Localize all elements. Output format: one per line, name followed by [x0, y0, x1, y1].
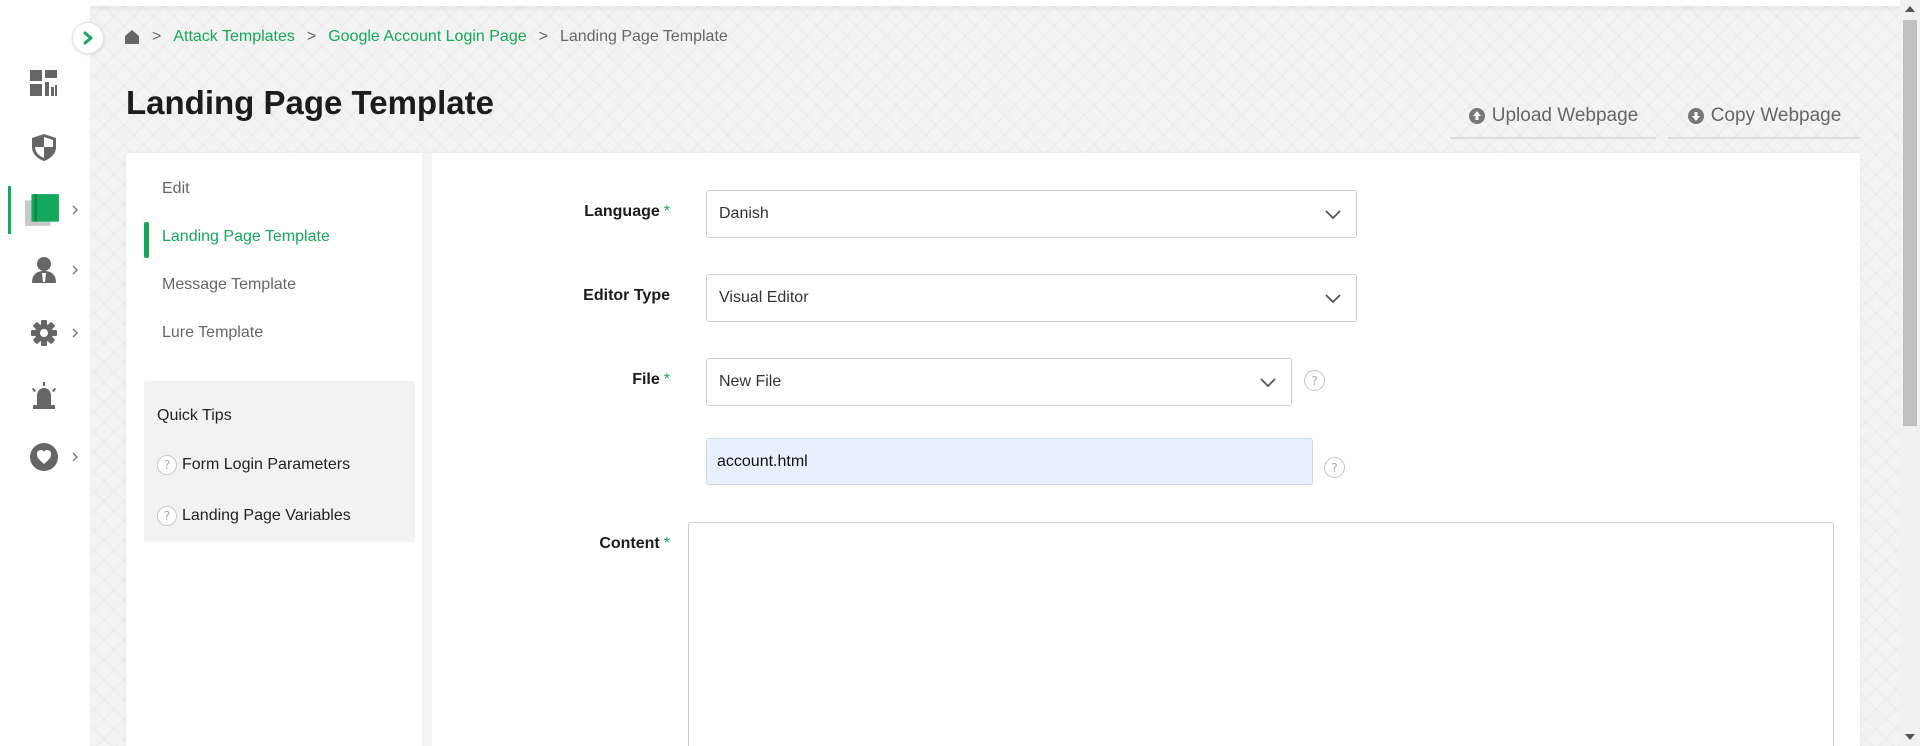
filename-input[interactable]: account.html — [706, 438, 1313, 485]
tip-form-login-parameters[interactable]: ? Form Login Parameters — [157, 455, 350, 475]
chevron-right-icon — [72, 452, 78, 462]
editor-type-select[interactable]: Visual Editor — [706, 274, 1357, 322]
editor-type-label: Editor Type — [583, 287, 670, 304]
gear-icon — [31, 320, 57, 346]
help-icon: ? — [157, 455, 177, 475]
file-select[interactable]: New File — [706, 358, 1292, 406]
breadcrumb-separator: > — [152, 28, 162, 45]
shield-icon — [32, 134, 56, 161]
sidebar-item-users[interactable] — [0, 246, 90, 294]
quick-tips-title: Quick Tips — [157, 407, 232, 424]
filename-value: account.html — [717, 452, 808, 470]
copy-webpage-button[interactable]: Copy Webpage — [1668, 95, 1860, 139]
heart-icon — [30, 443, 58, 471]
file-value: New File — [719, 373, 782, 390]
scrollbar-thumb[interactable] — [1903, 20, 1917, 426]
chevron-right-icon — [83, 31, 93, 45]
upload-webpage-button[interactable]: Upload Webpage — [1450, 95, 1656, 139]
language-label: Language * — [584, 203, 670, 220]
help-icon: ? — [157, 506, 177, 526]
side-nav-item-edit[interactable]: Edit — [162, 180, 190, 198]
sidebar-item-templates[interactable] — [0, 186, 90, 234]
scroll-up-arrow-icon[interactable] — [1905, 6, 1915, 12]
sidebar-toggle-button[interactable] — [72, 22, 104, 54]
side-nav-item-landing-page-template[interactable]: Landing Page Template — [162, 228, 330, 246]
language-select[interactable]: Danish — [706, 190, 1357, 238]
side-nav-item-lure-template[interactable]: Lure Template — [162, 324, 263, 342]
user-icon — [32, 257, 56, 283]
side-nav-active-indicator — [144, 222, 149, 258]
breadcrumb-separator: > — [306, 28, 317, 45]
breadcrumb: > Attack Templates > Google Account Logi… — [124, 26, 728, 48]
side-nav-item-message-template[interactable]: Message Template — [162, 276, 296, 294]
copy-webpage-label: Copy Webpage — [1710, 105, 1842, 126]
breadcrumb-link-attack-templates[interactable]: Attack Templates — [173, 28, 295, 46]
sidebar-item-security[interactable] — [0, 123, 90, 171]
tip-landing-page-variables[interactable]: ? Landing Page Variables — [157, 506, 351, 526]
chevron-right-icon — [72, 328, 78, 338]
filename-help-icon[interactable]: ? — [1324, 457, 1345, 478]
chevron-down-icon — [1260, 378, 1276, 388]
quick-tips-panel: Quick Tips ? Form Login Parameters ? Lan… — [144, 381, 415, 542]
upload-webpage-label: Upload Webpage — [1491, 105, 1639, 126]
download-icon — [1687, 108, 1704, 124]
chevron-down-icon — [1325, 294, 1341, 304]
sidebar-item-settings[interactable] — [0, 309, 90, 357]
page-scrollbar[interactable] — [1900, 0, 1920, 746]
sidebar-item-dashboard[interactable] — [0, 59, 90, 107]
breadcrumb-separator: > — [538, 28, 548, 45]
upload-icon — [1468, 108, 1485, 124]
breadcrumb-current: Landing Page Template — [559, 28, 728, 45]
home-icon[interactable] — [124, 29, 140, 45]
file-help-icon[interactable]: ? — [1304, 370, 1325, 391]
alarm-icon — [31, 382, 57, 409]
sidebar-rail — [0, 0, 90, 746]
editor-type-value: Visual Editor — [719, 289, 809, 306]
content-editor[interactable] — [688, 522, 1834, 746]
language-value: Danish — [719, 205, 769, 222]
file-label: File * — [632, 371, 670, 388]
page-title: Landing Page Template — [126, 84, 494, 121]
chevron-down-icon — [1325, 210, 1341, 220]
sidebar-item-alerts[interactable] — [0, 372, 90, 420]
tip-label: Form Login Parameters — [182, 456, 351, 473]
sidebar-item-favorites[interactable] — [0, 433, 90, 481]
chevron-right-icon — [72, 205, 78, 215]
scroll-down-arrow-icon[interactable] — [1905, 734, 1915, 740]
book-icon — [25, 194, 59, 226]
breadcrumb-link-google-account[interactable]: Google Account Login Page — [328, 28, 526, 46]
content-label: Content * — [599, 535, 670, 552]
tip-label: Landing Page Variables — [182, 507, 351, 524]
dashboard-icon — [30, 70, 57, 96]
chevron-right-icon — [72, 265, 78, 275]
